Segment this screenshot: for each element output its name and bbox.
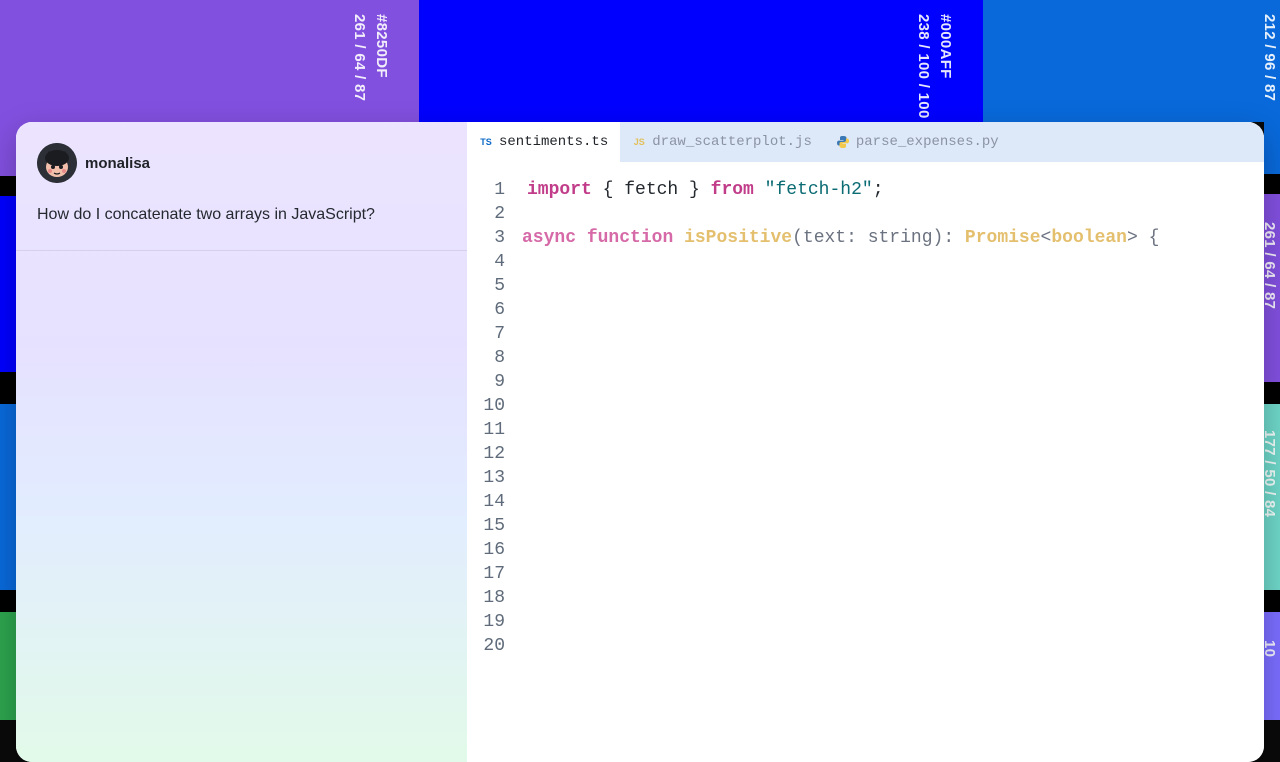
right-strip-black-3 [1264, 590, 1280, 612]
tab-label: parse_expenses.py [855, 134, 999, 150]
line-number: 17 [483, 564, 505, 584]
left-strip-green [0, 612, 16, 720]
import-bindings: { fetch } [591, 180, 711, 200]
swatch-azure [983, 0, 1280, 122]
left-strip-black-2 [0, 372, 16, 404]
right-strip-black-1 [1264, 174, 1280, 194]
swatch-label-purple-hsb: 261 / 64 / 87 [351, 14, 368, 102]
line-number: 8 [494, 348, 505, 368]
right-strip-black-2 [1264, 382, 1280, 404]
left-strip-azure [0, 404, 16, 590]
line-number-gutter: 1 2 3 4 5 6 7 8 9 10 11 12 13 14 15 16 1… [467, 178, 519, 658]
type-promise: Promise [964, 228, 1041, 248]
module-string: "fetch-h2" [764, 180, 873, 200]
chat-panel: monalisa How do I concatenate two arrays… [16, 122, 467, 762]
swatch-label-blue-hex: #000AFF [937, 14, 954, 79]
line-number: 12 [483, 444, 505, 464]
line-number: 13 [483, 468, 505, 488]
left-strip-purple [0, 162, 16, 176]
code-line-1: import { fetch } from "fetch-h2"; [527, 178, 1264, 202]
swatch-label-blue-hsb: 238 / 100 / 100 [915, 14, 932, 119]
tab-parse-expenses-py[interactable]: parse_expenses.py [824, 122, 1011, 162]
right-strip-azure [1264, 122, 1280, 174]
line-number: 20 [483, 636, 505, 656]
angle-open: < [1040, 228, 1052, 248]
line-number: 16 [483, 540, 505, 560]
left-strip-black-3 [0, 590, 16, 612]
line-number: 9 [494, 372, 505, 392]
left-strip-blue [0, 196, 16, 372]
keyword-from: from [710, 180, 754, 200]
code-area[interactable]: import { fetch } from "fetch-h2"; async … [522, 178, 1264, 250]
line-number: 1 [494, 180, 505, 200]
function-body-open: > { [1126, 228, 1160, 248]
line-number: 15 [483, 516, 505, 536]
editor-tabs: TS sentiments.ts JS draw_scatterplot.js … [467, 122, 1264, 162]
code-editor: TS sentiments.ts JS draw_scatterplot.js … [467, 122, 1264, 762]
ts-file-icon: TS [480, 137, 492, 147]
line-number: 14 [483, 492, 505, 512]
type-boolean: boolean [1051, 228, 1127, 248]
chat-content: monalisa How do I concatenate two arrays… [16, 122, 467, 762]
line-number: 6 [494, 300, 505, 320]
function-name: isPositive [684, 228, 793, 248]
chat-message-text: How do I concatenate two arrays in JavaS… [37, 206, 375, 223]
keyword-function: function [586, 228, 674, 248]
semicolon: ; [872, 180, 884, 200]
tab-draw-scatterplot-js[interactable]: JS draw_scatterplot.js [620, 122, 824, 162]
swatch-blue [419, 0, 983, 122]
swatch-label-azure-hsb: 212 / 96 / 87 [1261, 14, 1278, 102]
keyword-async: async [522, 228, 577, 248]
line-number: 3 [494, 228, 505, 248]
line-number: 5 [494, 276, 505, 296]
python-file-icon [836, 135, 850, 149]
line-number: 2 [494, 204, 505, 224]
left-strip-black-1 [0, 176, 16, 196]
tab-label: sentiments.ts [499, 134, 609, 150]
octocat-icon [37, 143, 77, 183]
line-number: 11 [483, 420, 505, 440]
avatar[interactable] [37, 143, 77, 183]
code-line-3: async function isPositive(text: string):… [522, 226, 1264, 250]
function-params: (text: string): [792, 228, 965, 248]
line-number: 4 [494, 252, 505, 272]
line-number: 18 [483, 588, 505, 608]
line-number: 7 [494, 324, 505, 344]
js-file-icon: JS [633, 137, 645, 147]
main-card: monalisa How do I concatenate two arrays… [16, 122, 1264, 762]
tab-label: draw_scatterplot.js [652, 134, 812, 150]
username: monalisa [85, 154, 151, 172]
keyword-import: import [527, 180, 592, 200]
swatch-label-purple-hex: #8250DF [373, 14, 390, 78]
line-number: 10 [483, 396, 505, 416]
chat-divider [16, 250, 467, 251]
line-number: 19 [483, 612, 505, 632]
tab-sentiments-ts[interactable]: TS sentiments.ts [467, 122, 621, 162]
chat-message-header: monalisa [37, 143, 150, 183]
